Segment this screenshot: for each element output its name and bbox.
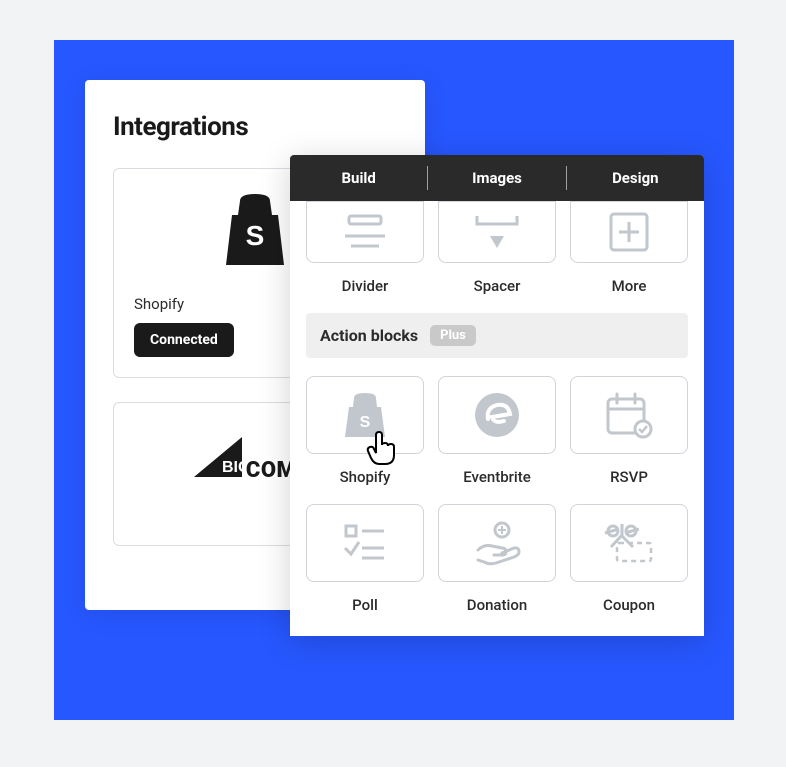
- svg-text:BIG: BIG: [222, 459, 242, 476]
- block-divider[interactable]: [306, 201, 424, 263]
- poll-icon: [342, 522, 388, 564]
- coupon-icon: [603, 521, 655, 565]
- block-label: Eventbrite: [438, 464, 556, 486]
- block-label: Divider: [306, 273, 424, 295]
- block-spacer[interactable]: [438, 201, 556, 263]
- build-panel: Build Images Design: [290, 155, 704, 636]
- block-label: Spacer: [438, 273, 556, 295]
- tab-design[interactable]: Design: [567, 155, 704, 201]
- tab-images[interactable]: Images: [428, 155, 565, 201]
- block-more[interactable]: [570, 201, 688, 263]
- block-label: More: [570, 273, 688, 295]
- svg-text:S: S: [246, 220, 265, 251]
- shopping-bag-icon: S: [218, 191, 292, 267]
- donation-icon: [472, 520, 522, 566]
- page-title: Integrations: [113, 112, 397, 142]
- block-donation[interactable]: [438, 504, 556, 582]
- triangle-icon: BIG: [194, 437, 242, 477]
- section-title: Action blocks: [320, 326, 418, 345]
- block-label: Shopify: [306, 464, 424, 486]
- more-icon: [607, 212, 651, 252]
- tabbar: Build Images Design: [290, 155, 704, 201]
- block-label: Coupon: [570, 592, 688, 614]
- block-coupon[interactable]: [570, 504, 688, 582]
- block-label: Poll: [306, 592, 424, 614]
- block-poll[interactable]: [306, 504, 424, 582]
- calendar-check-icon: [604, 391, 654, 439]
- section-header-action-blocks: Action blocks Plus: [306, 313, 688, 358]
- block-rsvp[interactable]: [570, 376, 688, 454]
- divider-icon: [343, 212, 387, 252]
- tab-build[interactable]: Build: [290, 155, 427, 201]
- shopping-bag-icon: S: [343, 391, 387, 439]
- block-eventbrite[interactable]: [438, 376, 556, 454]
- plus-badge: Plus: [430, 325, 476, 346]
- status-badge: Connected: [134, 323, 234, 357]
- eventbrite-icon: [472, 390, 522, 440]
- spacer-icon: [473, 212, 521, 252]
- svg-text:S: S: [360, 414, 371, 431]
- block-label: RSVP: [570, 464, 688, 486]
- block-label: Donation: [438, 592, 556, 614]
- block-shopify[interactable]: S: [306, 376, 424, 454]
